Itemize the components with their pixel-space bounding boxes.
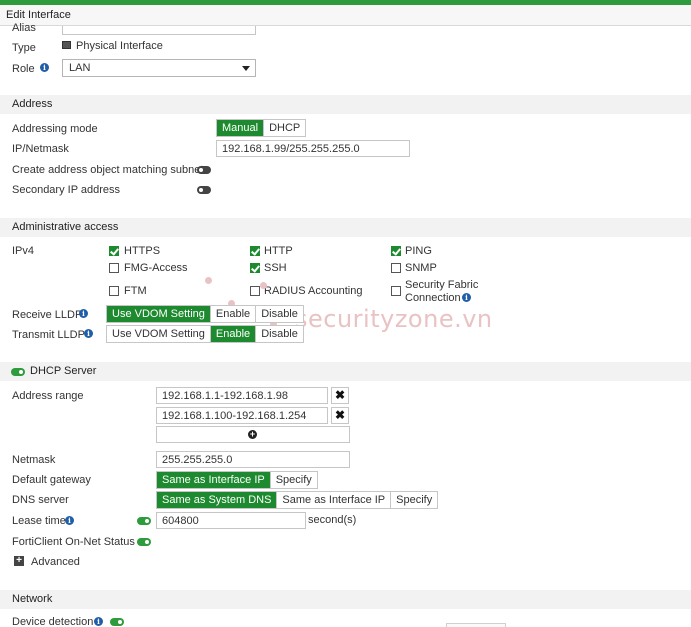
ping-label: PING xyxy=(405,245,432,257)
ping-checkbox[interactable] xyxy=(391,246,401,256)
lease-time-unit: second(s) xyxy=(308,514,357,526)
watermark-text: securityzone.vn xyxy=(295,305,493,333)
https-label: HTTPS xyxy=(124,245,161,257)
dns-server-toggle: Same as System DNS Same as Interface IP … xyxy=(156,491,439,509)
dhcp-section-title: DHCP Server xyxy=(30,365,97,377)
create-address-object-label: Create address object matching subnet xyxy=(12,164,204,176)
transmit-lldp-toggle: Use VDOM Setting Enable Disable xyxy=(106,325,304,343)
alias-label: Alias xyxy=(12,22,36,34)
default-gateway-toggle: Same as Interface IP Specify xyxy=(156,471,318,489)
https-checkbox[interactable] xyxy=(109,246,119,256)
type-value: Physical Interface xyxy=(76,40,163,52)
transmit-lldp-info-icon[interactable]: i xyxy=(84,329,93,338)
dhcp-server-toggle[interactable] xyxy=(11,368,25,376)
secondary-ip-label: Secondary IP address xyxy=(12,184,121,196)
ip-netmask-input[interactable]: 192.168.1.99/255.255.255.0 xyxy=(216,140,410,157)
default-gateway-label: Default gateway xyxy=(12,474,91,486)
role-select[interactable]: LAN xyxy=(62,59,256,77)
ip-netmask-label: IP/Netmask xyxy=(12,143,69,155)
alias-input[interactable] xyxy=(62,26,256,35)
fmg-access-checkbox[interactable] xyxy=(109,263,119,273)
security-fabric-label: Security Fabric xyxy=(405,279,479,291)
ipv4-label: IPv4 xyxy=(12,245,35,257)
lease-time-toggle[interactable] xyxy=(137,517,151,525)
http-label: HTTP xyxy=(264,245,293,257)
ftm-label: FTM xyxy=(124,285,147,297)
ftm-checkbox[interactable] xyxy=(109,286,119,296)
netmask-label: Netmask xyxy=(12,454,56,466)
dns-interface-option[interactable]: Same as Interface IP xyxy=(277,492,392,508)
type-label: Type xyxy=(12,42,36,54)
receive-lldp-info-icon[interactable]: i xyxy=(79,309,88,318)
address-range-input-1[interactable]: 192.168.1.1-192.168.1.98 xyxy=(156,387,328,404)
transmit-lldp-label: Transmit LLDP xyxy=(12,329,85,341)
admin-access-section-header: Administrative access xyxy=(0,218,691,237)
add-range-button[interactable]: + xyxy=(156,426,350,443)
address-range-input-2[interactable]: 192.168.1.100-192.168.1.254 xyxy=(156,407,328,424)
security-fabric-checkbox[interactable] xyxy=(391,286,401,296)
snmp-checkbox[interactable] xyxy=(391,263,401,273)
watermark-logo-node xyxy=(260,282,267,289)
secondary-ip-toggle[interactable] xyxy=(197,186,211,194)
device-detection-toggle[interactable] xyxy=(110,618,124,626)
security-fabric-info-icon[interactable]: i xyxy=(462,293,471,302)
gateway-specify-option[interactable]: Specify xyxy=(271,472,317,488)
snmp-label: SNMP xyxy=(405,262,437,274)
plus-circle-icon: + xyxy=(248,429,257,439)
role-info-icon[interactable]: i xyxy=(40,63,49,72)
remove-range-1-button[interactable]: ✖ xyxy=(331,387,349,404)
mode-manual-option[interactable]: Manual xyxy=(217,120,265,136)
remove-range-2-button[interactable]: ✖ xyxy=(331,407,349,424)
receive-lldp-disable-option[interactable]: Disable xyxy=(256,306,303,322)
advanced-label[interactable]: Advanced xyxy=(31,556,80,568)
forticlient-toggle[interactable] xyxy=(137,538,151,546)
cut-off-control xyxy=(446,623,506,627)
window-title: Edit Interface xyxy=(6,9,71,21)
gateway-same-option[interactable]: Same as Interface IP xyxy=(157,472,271,488)
dhcp-section-header: DHCP Server xyxy=(0,362,691,381)
addressing-mode-label: Addressing mode xyxy=(12,123,98,135)
dns-specify-option[interactable]: Specify xyxy=(391,492,437,508)
receive-lldp-label: Receive LLDP xyxy=(12,309,83,321)
watermark-logo-node xyxy=(205,277,212,284)
network-section-title: Network xyxy=(12,593,53,605)
create-address-object-toggle[interactable] xyxy=(197,166,211,174)
device-detection-label: Device detection xyxy=(12,616,94,627)
security-fabric-label-line2: Connection xyxy=(405,292,461,304)
device-detection-info-icon[interactable]: i xyxy=(94,617,103,626)
receive-lldp-vdom-option[interactable]: Use VDOM Setting xyxy=(107,306,211,322)
address-range-label: Address range xyxy=(12,390,84,402)
radius-accounting-label: RADIUS Accounting xyxy=(264,285,363,297)
netmask-input[interactable]: 255.255.255.0 xyxy=(156,451,350,468)
dns-server-label: DNS server xyxy=(12,494,69,506)
transmit-lldp-enable-option[interactable]: Enable xyxy=(210,326,257,342)
transmit-lldp-vdom-option[interactable]: Use VDOM Setting xyxy=(107,326,211,342)
ssh-label: SSH xyxy=(264,262,287,274)
transmit-lldp-disable-option[interactable]: Disable xyxy=(256,326,303,342)
address-section-header: Address xyxy=(0,95,691,114)
window-titlebar: Edit Interface xyxy=(0,5,691,26)
lease-time-input[interactable]: 604800 xyxy=(156,512,306,529)
chevron-down-icon xyxy=(242,66,250,71)
role-label: Role xyxy=(12,63,35,75)
admin-access-section-title: Administrative access xyxy=(12,221,119,233)
forticlient-label: FortiClient On-Net Status xyxy=(12,536,135,548)
lease-time-label: Lease time xyxy=(12,515,66,527)
role-select-value: LAN xyxy=(69,62,91,74)
fmg-access-label: FMG-Access xyxy=(124,262,188,274)
dns-system-option[interactable]: Same as System DNS xyxy=(157,492,278,508)
addressing-mode-toggle: Manual DHCP xyxy=(216,119,307,137)
physical-interface-icon xyxy=(62,41,71,49)
radius-accounting-checkbox[interactable] xyxy=(250,286,260,296)
receive-lldp-enable-option[interactable]: Enable xyxy=(211,306,257,322)
network-section-header: Network xyxy=(0,590,691,609)
expand-plus-icon[interactable]: + xyxy=(14,556,24,566)
lease-time-info-icon[interactable]: i xyxy=(65,516,74,525)
address-section-title: Address xyxy=(12,98,53,110)
mode-dhcp-option[interactable]: DHCP xyxy=(264,120,305,136)
http-checkbox[interactable] xyxy=(250,246,260,256)
receive-lldp-toggle: Use VDOM Setting Enable Disable xyxy=(106,305,304,323)
ssh-checkbox[interactable] xyxy=(250,263,260,273)
